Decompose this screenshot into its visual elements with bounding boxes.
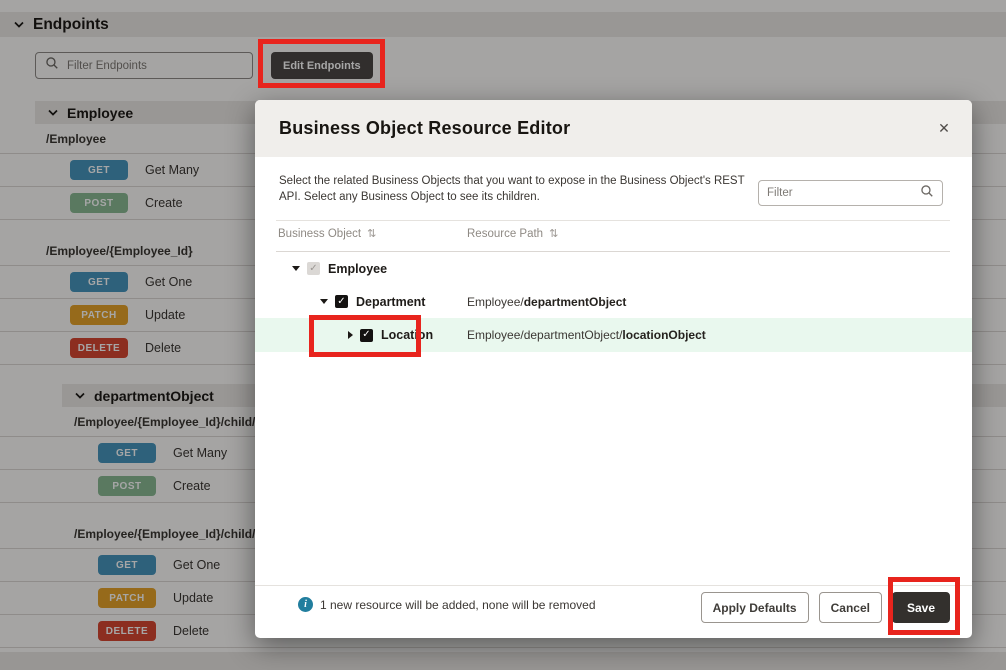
dialog-description: Select the related Business Objects that… [279,175,745,204]
checkbox-employee: ✓ [307,262,320,275]
checkbox-department[interactable]: ✓ [335,295,348,308]
dialog-title: Business Object Resource Editor [279,118,571,138]
divider [276,220,950,221]
caret-down-icon[interactable] [292,266,300,271]
annotation-box-save [888,577,960,635]
close-icon[interactable]: ✕ [932,116,956,140]
annotation-box-location [309,315,421,357]
footer-info-text: 1 new resource will be added, none will … [320,597,596,612]
column-header-business-object[interactable]: Business Object ⇅ [278,227,376,241]
resource-path-prefix: Employee/departmentObject/ [467,328,623,342]
info-icon: i [298,597,313,612]
resource-path-cell: Employee/departmentObject [467,295,626,309]
resource-path-cell: Employee/departmentObject/locationObject [467,328,706,342]
caret-down-icon[interactable] [320,299,328,304]
tree-row-department[interactable]: ✓ Department Employee/departmentObject [255,285,972,318]
column-label: Business Object [278,227,362,240]
filter-field[interactable] [758,180,943,206]
footer-info: i 1 new resource will be added, none wil… [298,597,596,612]
annotation-box-edit-endpoints [258,39,385,88]
column-label: Resource Path [467,227,544,240]
dialog-header: Business Object Resource Editor ✕ [255,100,972,157]
tree-label: Department [356,294,426,309]
filter-input[interactable] [767,187,914,199]
business-object-resource-editor-dialog: Business Object Resource Editor ✕ Select… [255,100,972,638]
tree-row-employee[interactable]: ✓ Employee [255,252,972,285]
resource-path-name: locationObject [622,328,706,342]
cancel-button[interactable]: Cancel [818,592,882,623]
tree-label: Employee [328,261,388,276]
apply-defaults-button[interactable]: Apply Defaults [700,592,809,623]
resource-path-prefix: Employee/ [467,294,524,309]
search-icon [920,184,934,203]
resource-path-name: departmentObject [523,294,627,309]
sort-icon[interactable]: ⇅ [549,227,558,240]
column-header-resource-path[interactable]: Resource Path ⇅ [467,227,558,241]
footer-divider [255,585,972,586]
sort-icon[interactable]: ⇅ [367,227,376,240]
